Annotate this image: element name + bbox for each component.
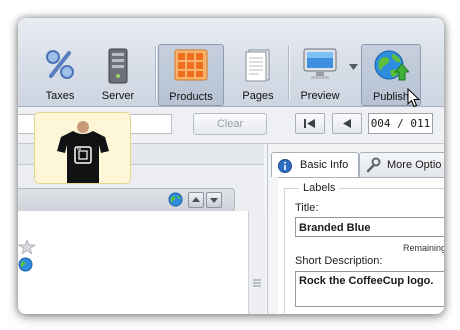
move-up-button[interactable] xyxy=(188,192,204,208)
labels-legend: Labels xyxy=(299,182,340,194)
clear-button[interactable]: Clear xyxy=(193,113,267,135)
server-button[interactable]: Server xyxy=(98,44,138,104)
taxes-label: Taxes xyxy=(45,90,75,102)
previous-record-button[interactable] xyxy=(332,113,362,134)
server-label: Server xyxy=(101,90,135,102)
toolbar-separator xyxy=(155,46,157,100)
app-window: Taxes Server Products Pages Preview Publ… xyxy=(18,18,444,314)
preview-label: Preview xyxy=(300,90,340,102)
remaining-label: Remaining xyxy=(403,243,444,253)
taxes-button[interactable]: Taxes xyxy=(40,44,80,104)
record-counter[interactable]: 004 / 011 xyxy=(368,113,433,134)
tab-more-options[interactable]: More Optio xyxy=(359,152,444,177)
globe-icon[interactable] xyxy=(168,192,183,210)
main-toolbar: Taxes Server Products Pages Preview Publ… xyxy=(18,18,444,108)
toolbar-separator xyxy=(288,46,290,100)
first-record-button[interactable] xyxy=(295,113,325,134)
tshirt-image xyxy=(55,121,111,186)
arrow-down-icon xyxy=(210,198,218,203)
short-description-label: Short Description: xyxy=(295,255,383,267)
tab-basic-info[interactable]: Basic Info xyxy=(271,152,359,177)
percent-icon xyxy=(43,48,77,85)
products-grid-icon xyxy=(174,49,208,84)
product-thumbnail[interactable] xyxy=(34,112,131,184)
products-button[interactable]: Products xyxy=(158,44,224,106)
preview-dropdown-chevron-icon[interactable] xyxy=(349,62,358,74)
server-icon xyxy=(106,48,130,87)
star-icon xyxy=(18,239,37,257)
vertical-scrollbar[interactable] xyxy=(248,211,265,314)
preview-button[interactable]: Preview xyxy=(296,44,344,104)
title-label: Title: xyxy=(295,202,319,214)
globe-small-icon xyxy=(18,257,33,275)
monitor-icon xyxy=(303,48,337,83)
tab-basic-info-label: Basic Info xyxy=(300,159,349,171)
product-group-bar xyxy=(18,188,235,212)
skip-first-icon xyxy=(304,119,315,128)
arrow-up-icon xyxy=(192,197,200,202)
tab-more-options-label: More Optio xyxy=(387,159,442,171)
pages-label: Pages xyxy=(242,90,274,102)
pages-button[interactable]: Pages xyxy=(236,44,280,104)
globe-upload-icon xyxy=(373,49,411,86)
labels-group: Labels Title: Branded Blue Remaining Sho… xyxy=(284,182,444,314)
move-down-button[interactable] xyxy=(206,192,222,208)
product-canvas xyxy=(18,211,248,314)
arrow-left-icon xyxy=(343,119,351,128)
basic-info-tab-body: Labels Title: Branded Blue Remaining Sho… xyxy=(278,177,444,314)
pages-icon xyxy=(244,48,272,85)
short-description-field[interactable]: Rock the CoffeeCup logo. xyxy=(295,271,444,307)
details-panel: Basic Info More Optio Labels Title: Bran… xyxy=(267,144,444,314)
products-label: Products xyxy=(169,91,213,103)
grip-icon xyxy=(253,279,261,287)
title-field[interactable]: Branded Blue xyxy=(295,217,444,237)
